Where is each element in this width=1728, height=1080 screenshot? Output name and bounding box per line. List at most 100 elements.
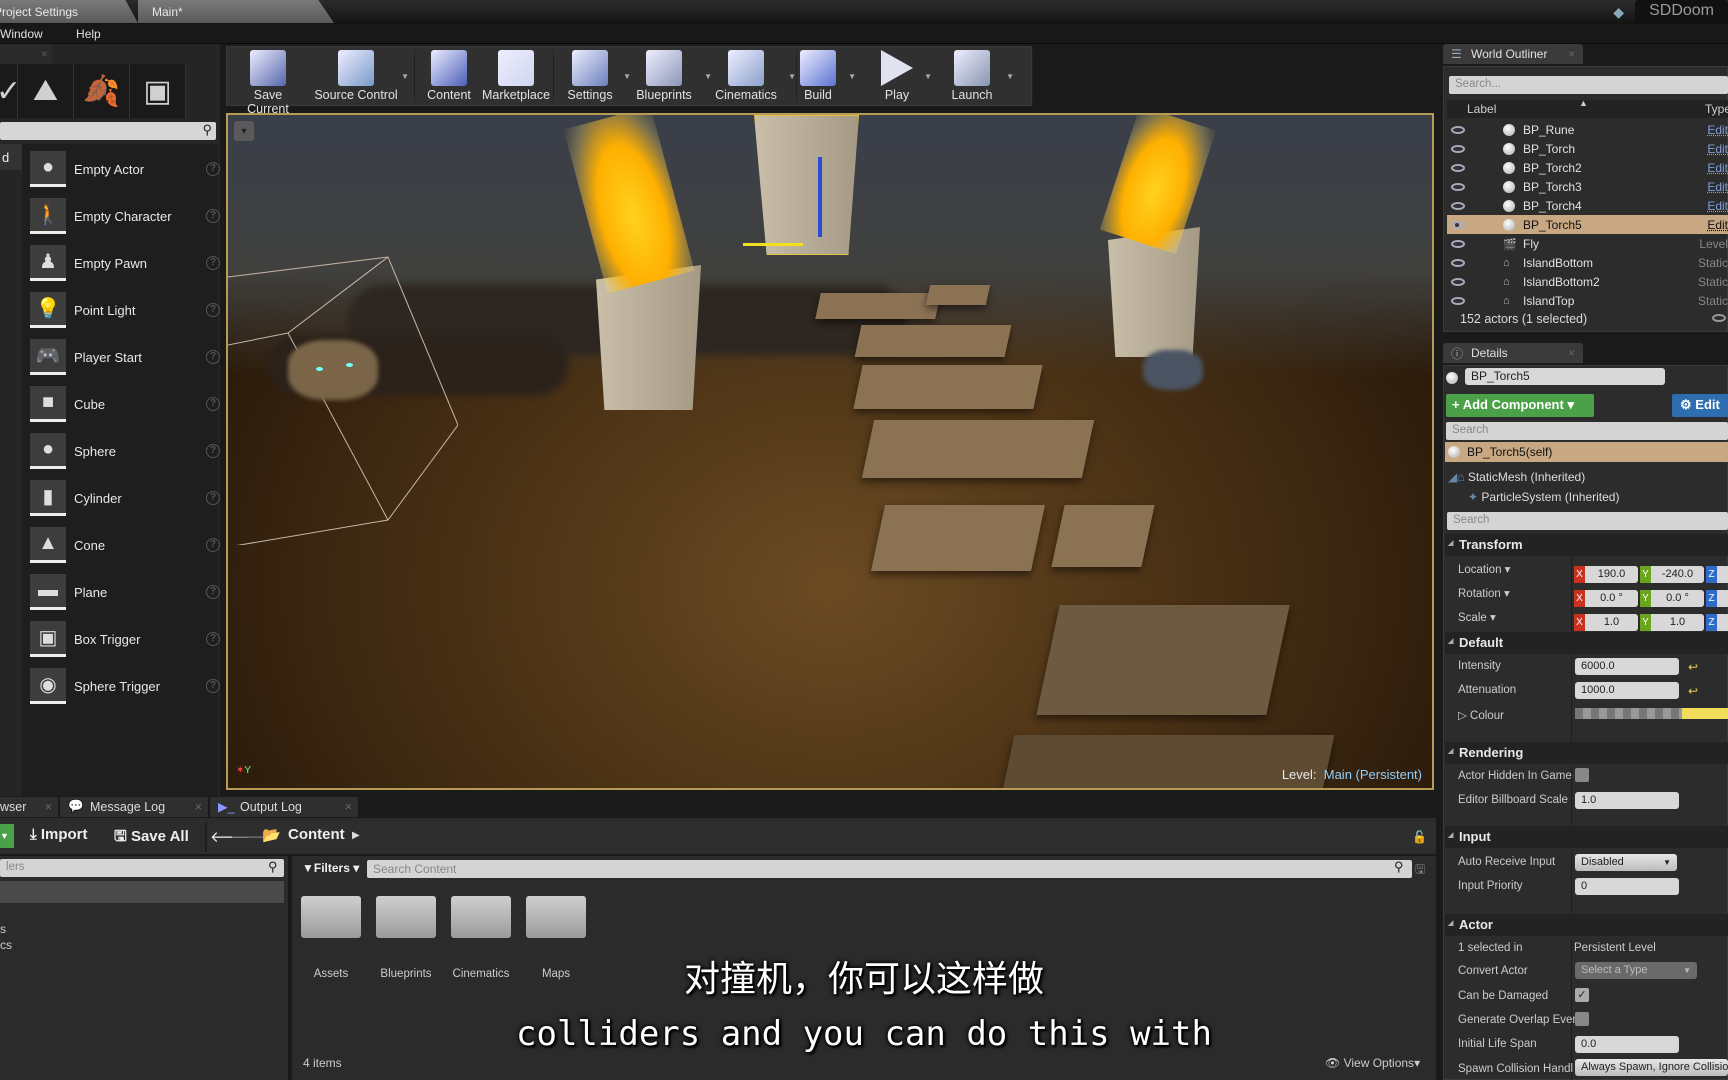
place-item-player-start[interactable]: 🎮 Player Start?: [30, 336, 220, 378]
gizmo-y-axis[interactable]: [743, 243, 803, 246]
colour-swatch[interactable]: [1682, 708, 1728, 719]
place-item-box-trigger[interactable]: ▣ Box Trigger?: [30, 618, 220, 660]
place-item-cylinder[interactable]: ▮ Cylinder?: [30, 477, 220, 519]
help-icon[interactable]: ?: [206, 585, 220, 599]
play-button[interactable]: Play ▼: [872, 46, 932, 106]
view-options-button[interactable]: 👁 View Options▾: [1325, 1056, 1420, 1070]
content-search-input[interactable]: Search Content: [367, 860, 1412, 878]
folder-icon[interactable]: [451, 896, 511, 938]
input-priority-input[interactable]: 0: [1575, 878, 1679, 895]
place-item-plane[interactable]: ▬ Plane?: [30, 571, 220, 613]
lock-icon[interactable]: 🔓: [1412, 830, 1427, 844]
tab-details[interactable]: ⓘ Details ×: [1443, 343, 1583, 363]
help-icon[interactable]: ?: [206, 162, 220, 176]
add-component-button[interactable]: + Add Component ▾: [1446, 394, 1594, 417]
details-search-input[interactable]: Search: [1447, 512, 1728, 530]
category-actor[interactable]: Actor: [1445, 914, 1728, 936]
rotation-y-input[interactable]: 0.0 °: [1651, 590, 1704, 607]
folder-icon[interactable]: [301, 896, 361, 938]
marketplace-button[interactable]: Marketplace: [476, 46, 556, 106]
actor-type[interactable]: Edit: [1707, 180, 1728, 194]
intensity-input[interactable]: 6000.0: [1575, 658, 1679, 675]
actor-type[interactable]: Edit: [1707, 142, 1728, 156]
outliner-row[interactable]: BP_Torch5 Edit: [1447, 215, 1728, 234]
billboard-scale-input[interactable]: 1.0: [1575, 792, 1679, 809]
help-icon[interactable]: ?: [206, 632, 220, 646]
filters-button[interactable]: ▼Filters ▾: [302, 861, 359, 875]
actor-type[interactable]: Edit: [1707, 123, 1728, 137]
actor-type[interactable]: Edit: [1707, 218, 1728, 232]
category-rendering[interactable]: Rendering: [1445, 742, 1728, 764]
tree-item[interactable]: s: [0, 922, 6, 936]
close-icon[interactable]: ×: [41, 47, 48, 61]
actor-name-input[interactable]: BP_Torch5: [1465, 368, 1665, 385]
menu-help[interactable]: Help: [58, 24, 113, 41]
outliner-row[interactable]: BP_Rune Edit: [1447, 120, 1728, 139]
attenuation-input[interactable]: 1000.0: [1575, 682, 1679, 699]
auto-receive-input-select[interactable]: Disabled ▼: [1575, 854, 1677, 871]
col-type[interactable]: Type: [1705, 102, 1728, 116]
visibility-eye-icon[interactable]: [1451, 182, 1465, 191]
viewport-options-button[interactable]: ▼: [234, 121, 254, 141]
add-new-button[interactable]: ▼: [0, 824, 14, 848]
place-mode-icon[interactable]: ✓: [0, 64, 21, 118]
visibility-eye-icon[interactable]: [1451, 239, 1465, 248]
category-input[interactable]: Input: [1445, 826, 1728, 848]
tab-main[interactable]: Main*: [138, 0, 334, 23]
tab-output-log[interactable]: ▶_ Output Log ×: [210, 797, 358, 817]
outliner-row[interactable]: BP_Torch3 Edit: [1447, 177, 1728, 196]
category-transform[interactable]: Transform: [1445, 534, 1728, 556]
visibility-eye-icon[interactable]: [1451, 144, 1465, 153]
tab-content-browser[interactable]: wser ×: [0, 797, 58, 817]
build-dropdown-icon[interactable]: ▼: [848, 72, 856, 81]
source-control-icon[interactable]: ◆: [1613, 4, 1624, 21]
save-all-button[interactable]: 🖫 Save All: [114, 826, 189, 851]
help-icon[interactable]: ?: [206, 303, 220, 317]
help-icon[interactable]: ?: [206, 256, 220, 270]
outliner-search-input[interactable]: Search...: [1449, 76, 1728, 94]
outliner-row[interactable]: BP_Torch Edit: [1447, 139, 1728, 158]
blueprints-button[interactable]: Blueprints ▼: [626, 46, 712, 106]
visibility-eye-icon[interactable]: [1451, 163, 1465, 172]
help-icon[interactable]: ?: [206, 538, 220, 552]
save-search-icon[interactable]: 🖫: [1415, 860, 1425, 881]
settings-button[interactable]: Settings ▼: [559, 46, 631, 106]
content-button[interactable]: Content: [418, 46, 480, 106]
close-icon[interactable]: ×: [1568, 346, 1575, 360]
modes-search-input[interactable]: ⚲: [0, 122, 216, 140]
category-default[interactable]: Default: [1445, 632, 1728, 654]
source-control-button[interactable]: Source Control ▼: [313, 46, 409, 106]
tab-project-settings[interactable]: Project Settings: [0, 0, 138, 23]
level-viewport[interactable]: ▼ ✶Y Level: Main (Persistent): [226, 113, 1434, 790]
gizmo-z-axis[interactable]: [818, 157, 822, 237]
help-icon[interactable]: ?: [206, 350, 220, 364]
close-icon[interactable]: ×: [345, 800, 352, 814]
geometry-mode-icon[interactable]: ▣: [130, 64, 186, 118]
close-icon[interactable]: ×: [45, 800, 52, 814]
reset-default-icon[interactable]: ↩: [1688, 684, 1698, 698]
visibility-eye-icon[interactable]: [1451, 125, 1465, 134]
play-dropdown-icon[interactable]: ▼: [924, 72, 932, 81]
tab-world-outliner[interactable]: ☰ World Outliner ×: [1443, 44, 1583, 64]
outliner-row[interactable]: ⌂ IslandBottom Static: [1447, 253, 1728, 272]
visibility-eye-icon[interactable]: [1451, 201, 1465, 210]
help-icon[interactable]: ?: [206, 679, 220, 693]
path-chevron-icon[interactable]: ▶: [352, 830, 360, 841]
view-options-eye-icon[interactable]: [1712, 314, 1726, 322]
component-staticmesh[interactable]: ◢⌂ StaticMesh (Inherited): [1448, 470, 1585, 484]
place-item-sphere[interactable]: ● Sphere?: [30, 430, 220, 472]
tab-message-log[interactable]: 💬 Message Log ×: [60, 797, 208, 817]
folder-icon[interactable]: [376, 896, 436, 938]
modes-tab[interactable]: ×: [0, 44, 52, 64]
place-item-cube[interactable]: ■ Cube?: [30, 383, 220, 425]
colour-alpha-swatch[interactable]: [1575, 708, 1682, 719]
tree-root-content[interactable]: [0, 881, 284, 903]
place-item-empty-character[interactable]: 🚶 Empty Character?: [30, 195, 220, 237]
location-y-input[interactable]: -240.0: [1651, 566, 1704, 583]
reset-default-icon[interactable]: ↩: [1688, 660, 1698, 674]
component-self[interactable]: BP_Torch5(self): [1445, 442, 1728, 462]
place-item-cone[interactable]: ▲ Cone?: [30, 524, 220, 566]
place-item-sphere-trigger[interactable]: ◉ Sphere Trigger?: [30, 665, 220, 707]
help-icon[interactable]: ?: [206, 209, 220, 223]
visibility-eye-icon[interactable]: [1451, 220, 1465, 229]
